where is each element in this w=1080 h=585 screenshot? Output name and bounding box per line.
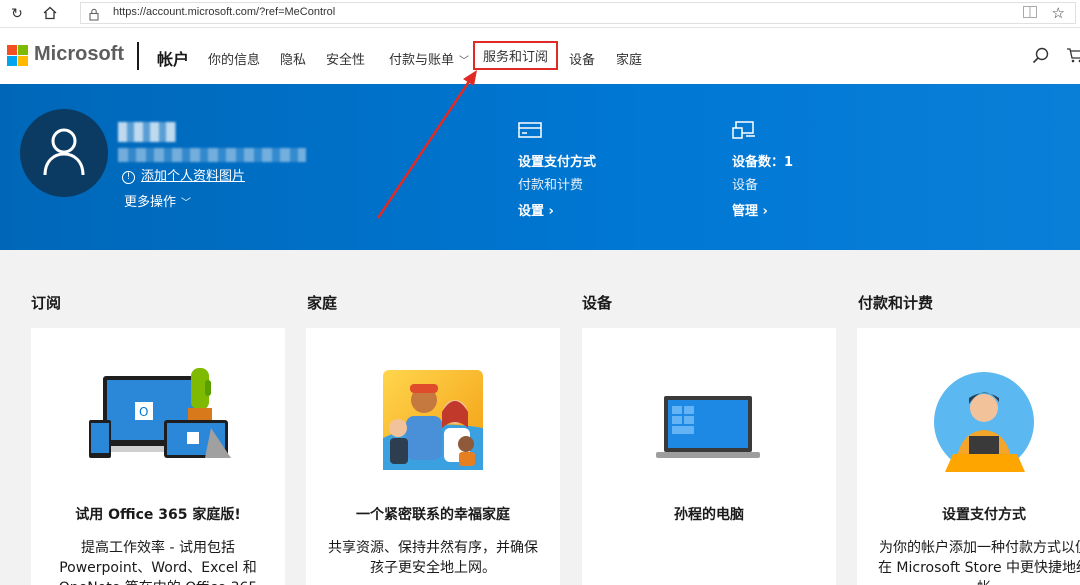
nav-item-your-info[interactable]: 你的信息 xyxy=(208,49,260,68)
nav-item-services-subscriptions[interactable]: 服务和订阅 xyxy=(473,41,559,70)
card-body: 提高工作效率 - 试用包括 Powerpoint、Word、Excel 和 On… xyxy=(59,540,258,585)
card-title[interactable]: 设置支付方式 xyxy=(857,504,1080,524)
card-body: 为你的帐户添加一种付款方式以便在 Microsoft Store 中更快捷地结帐 xyxy=(877,540,1080,585)
address-bar[interactable]: https://account.microsoft.com/?ref=MeCon… xyxy=(80,2,1076,24)
browser-toolbar: ↻ https://account.microsoft.com/?ref=MeC… xyxy=(0,0,1080,28)
devices-manage-link[interactable]: 管理 › xyxy=(732,200,793,219)
family-card[interactable]: 一个紧密联系的幸福家庭 共享资源、保持井然有序，并确保孩子更安全地上网。 xyxy=(306,328,560,585)
laptop-illustration-icon xyxy=(656,396,760,458)
svg-text:O: O xyxy=(139,405,148,419)
account-header: Microsoft 帐户 你的信息 隐私 安全性 付款与账单 ﹀ 服务和订阅 设备… xyxy=(0,28,1080,84)
info-icon: ! xyxy=(122,171,135,184)
devices-subtitle: 设备 xyxy=(732,178,759,193)
office-trial-card[interactable]: O 试用 Office 365 家庭版! 提高工作效率 - 试用包括 Power… xyxy=(31,328,285,585)
chevron-right-icon: › xyxy=(762,204,768,219)
home-icon[interactable] xyxy=(42,6,58,22)
cart-icon[interactable] xyxy=(1066,47,1080,68)
lock-icon xyxy=(89,6,99,25)
star-icon[interactable]: ☆ xyxy=(1052,4,1065,22)
account-hero-banner: ! 添加个人资料图片 更多操作 ﹀ 设置支付方式 付款和计费 设置 › 设备数：1 … xyxy=(0,84,1080,250)
credit-card-icon xyxy=(518,122,542,138)
nav-item-payment-billing[interactable]: 付款与账单 ﹀ xyxy=(389,49,469,68)
section-heading-devices: 设备 xyxy=(582,294,613,312)
nav-item-family[interactable]: 家庭 xyxy=(616,49,642,68)
nav-item-payment-billing-label: 付款与账单 xyxy=(389,53,455,68)
section-heading-subscriptions: 订阅 xyxy=(31,294,62,312)
payment-setup-link[interactable]: 设置 › xyxy=(518,200,596,219)
office-devices-illustration-icon: O xyxy=(89,368,231,458)
chevron-down-icon: ﹀ xyxy=(181,198,192,209)
nav-item-privacy[interactable]: 隐私 xyxy=(280,49,306,68)
header-divider xyxy=(137,42,139,70)
payment-setup-label: 设置 xyxy=(518,204,545,219)
card-title[interactable]: 试用 Office 365 家庭版! xyxy=(31,504,285,524)
microsoft-logo-icon[interactable] xyxy=(7,45,28,66)
brand-name[interactable]: Microsoft xyxy=(34,43,124,66)
refresh-icon[interactable]: ↻ xyxy=(9,6,25,22)
redacted-user-email xyxy=(118,148,306,162)
card-title[interactable]: 一个紧密联系的幸福家庭 xyxy=(306,504,560,524)
nav-item-security[interactable]: 安全性 xyxy=(326,49,365,68)
user-icon xyxy=(43,128,85,176)
search-icon[interactable] xyxy=(1032,47,1049,68)
url-text: https://account.microsoft.com/?ref=MeCon… xyxy=(113,6,336,18)
add-profile-photo-link[interactable]: ! 添加个人资料图片 xyxy=(122,165,245,184)
more-actions-button[interactable]: 更多操作 ﹀ xyxy=(124,191,191,210)
nav-item-devices[interactable]: 设备 xyxy=(569,49,595,68)
avatar[interactable] xyxy=(20,109,108,197)
devices-count: 设备数：1 xyxy=(732,155,794,170)
family-illustration-icon xyxy=(383,370,483,470)
payment-card[interactable]: 设置支付方式 为你的帐户添加一种付款方式以便在 Microsoft Store … xyxy=(857,328,1080,585)
payment-illustration-icon xyxy=(934,372,1034,472)
devices-manage-label: 管理 xyxy=(732,204,759,219)
card-body: 共享资源、保持井然有序，并确保孩子更安全地上网。 xyxy=(328,540,538,576)
payment-subtitle: 付款和计费 xyxy=(518,178,584,193)
payment-title: 设置支付方式 xyxy=(518,155,597,170)
device-card[interactable]: 孙程的电脑 xyxy=(582,328,836,585)
page-title[interactable]: 帐户 xyxy=(157,46,189,70)
chevron-down-icon: ﹀ xyxy=(459,56,470,67)
devices-summary: 设备数：1 设备 管理 › xyxy=(732,121,793,219)
card-title[interactable]: 孙程的电脑 xyxy=(582,504,836,524)
add-profile-photo-label: 添加个人资料图片 xyxy=(141,169,246,184)
chevron-right-icon: › xyxy=(548,204,554,219)
payment-summary: 设置支付方式 付款和计费 设置 › xyxy=(518,121,596,219)
devices-icon xyxy=(732,121,755,139)
more-actions-label: 更多操作 xyxy=(124,195,177,210)
section-heading-family: 家庭 xyxy=(307,294,338,312)
reader-icon[interactable] xyxy=(1023,6,1037,21)
redacted-user-name xyxy=(118,122,176,142)
section-heading-payment: 付款和计费 xyxy=(858,294,934,312)
